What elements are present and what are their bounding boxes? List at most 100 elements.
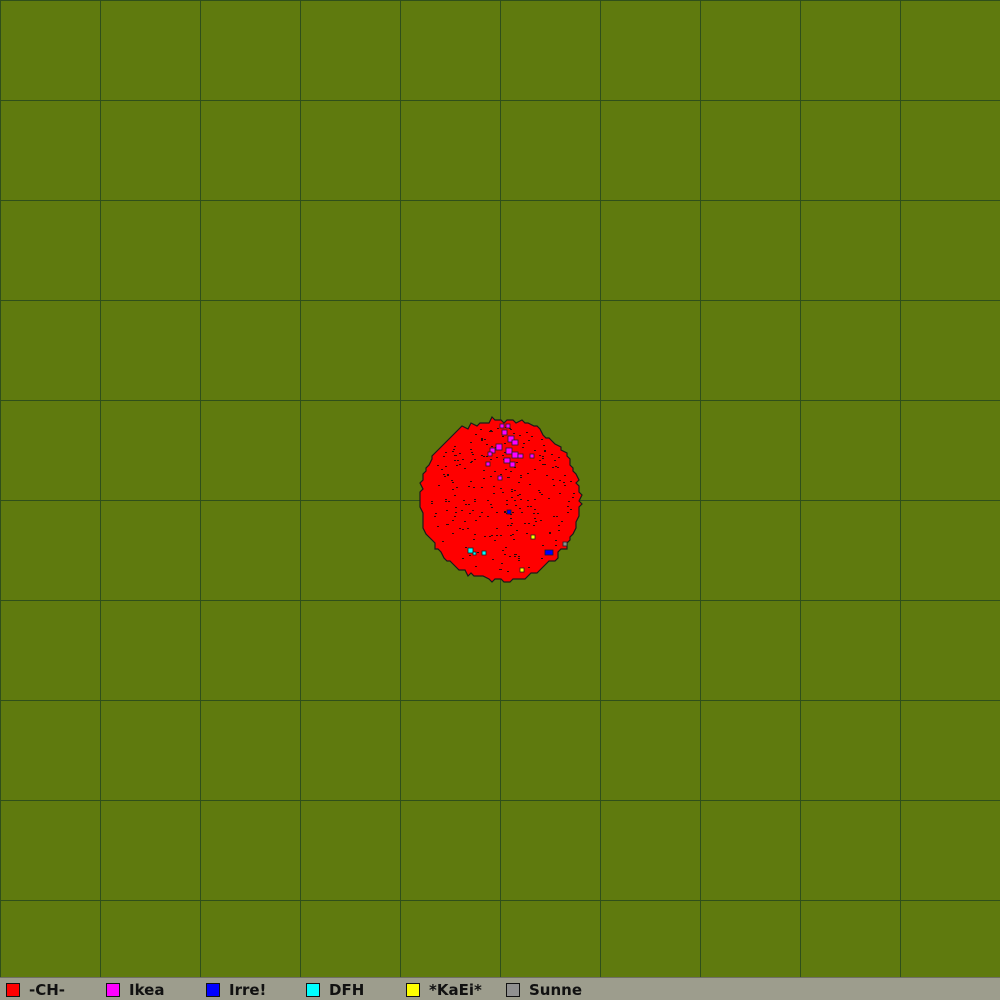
enclave-cell-dfh[interactable]	[467, 547, 474, 554]
territory-speck	[452, 520, 454, 521]
enclave-cell-ikea[interactable]	[495, 443, 503, 451]
territory-speck	[452, 482, 454, 483]
enclave-cell-ikea[interactable]	[497, 475, 503, 481]
territory-speck	[502, 436, 504, 437]
territory-speck	[570, 481, 572, 482]
territory-speck	[511, 497, 513, 498]
territory-speck	[471, 461, 473, 462]
territory-speck	[558, 530, 560, 531]
enclave-cell-ikea[interactable]	[511, 439, 519, 446]
territory-speck	[513, 539, 515, 540]
territory-speck	[519, 508, 521, 509]
territory-speck	[549, 533, 551, 534]
enclave-cell-kaei[interactable]	[530, 534, 536, 540]
territory-speck	[505, 469, 507, 470]
territory-speck	[447, 474, 449, 475]
territory-speck	[502, 492, 504, 493]
map-canvas[interactable]	[0, 0, 1000, 977]
territory-speck	[474, 534, 476, 535]
territory-speck	[484, 439, 486, 440]
enclave-cell-dfh[interactable]	[481, 550, 487, 556]
enclave-cell-ikea[interactable]	[509, 461, 516, 468]
territory-speck	[481, 440, 483, 441]
territory-speck	[469, 513, 471, 514]
enclave-cell-ikea[interactable]	[499, 423, 505, 429]
territory-speck	[558, 457, 560, 458]
territory-speck	[496, 535, 498, 536]
territory-speck	[451, 480, 453, 481]
enclave-cell-kaei[interactable]	[519, 567, 525, 573]
enclave-cell-ikea[interactable]	[511, 451, 519, 459]
territory-speck	[487, 500, 489, 501]
territory-speck	[456, 487, 458, 488]
territory-speck	[533, 525, 535, 526]
territory-speck	[564, 485, 566, 486]
world-map[interactable]	[0, 0, 1000, 977]
territory-speck	[534, 450, 536, 451]
territory-speck	[518, 560, 520, 561]
territory-speck	[511, 491, 513, 492]
enclave-cell-ikea[interactable]	[505, 423, 511, 429]
territory-speck	[441, 469, 443, 470]
territory-speck	[442, 541, 444, 542]
territory-speck	[510, 518, 512, 519]
territory-speck	[563, 482, 565, 483]
territory-speck	[484, 536, 486, 537]
territory-speck	[506, 500, 508, 501]
enclave-cell-ikea[interactable]	[487, 451, 493, 457]
territory-speck	[512, 534, 514, 535]
territory-speck	[539, 460, 541, 461]
territory-speck	[496, 512, 498, 513]
territory-speck	[483, 478, 485, 479]
territory-speck	[527, 506, 529, 507]
territory-speck	[483, 456, 485, 457]
territory-speck	[454, 460, 456, 461]
enclave-cell-ikea[interactable]	[505, 447, 513, 455]
territory-speck	[559, 493, 561, 494]
territory-speck	[445, 499, 447, 500]
territory-speck	[518, 558, 520, 559]
territory-speck	[559, 480, 561, 481]
territory-speck	[500, 488, 502, 489]
territory-speck	[540, 520, 542, 521]
territory-speck	[464, 521, 466, 522]
territory-speck	[504, 512, 506, 513]
enclave-cell-dfh[interactable]	[472, 551, 477, 556]
territory-speck	[502, 550, 504, 551]
territory-speck	[459, 528, 461, 529]
enclave-cell-ikea[interactable]	[517, 453, 524, 459]
territory-speck	[511, 523, 513, 524]
territory-speck	[553, 485, 555, 486]
enclave-cell-irre[interactable]	[506, 509, 512, 515]
territory-speck	[491, 446, 493, 447]
territory-speck	[505, 547, 507, 548]
territory-speck	[455, 512, 457, 513]
territory-speck	[493, 486, 495, 487]
territory-speck	[470, 449, 472, 450]
territory-speck	[465, 504, 467, 505]
territory-speck	[523, 443, 525, 444]
enclave-cell-ikea[interactable]	[529, 453, 535, 459]
enclave-cell-ikea[interactable]	[503, 457, 511, 464]
enclave-cell-irre[interactable]	[544, 549, 554, 556]
territory-speck	[526, 533, 528, 534]
territory-speck	[537, 513, 539, 514]
territory-speck	[481, 438, 483, 439]
territory-speck	[462, 459, 464, 460]
enclave-cell-ikea[interactable]	[485, 461, 491, 467]
territory-speck	[546, 475, 548, 476]
territory-speck	[459, 464, 461, 465]
legend-label-irre: Irre!	[229, 980, 267, 999]
enclave-cell-ikea[interactable]	[501, 429, 508, 436]
territory-speck	[520, 477, 522, 478]
territory-speck	[561, 521, 563, 522]
territory-speck	[446, 510, 448, 511]
territory-speck	[491, 431, 493, 432]
enclave-cell-sunne[interactable]	[562, 541, 568, 547]
territory-speck	[493, 493, 495, 494]
territory-speck	[518, 556, 520, 557]
territory-speck	[481, 439, 483, 440]
territory-speck	[443, 456, 445, 457]
territory-speck	[554, 460, 556, 461]
territory-speck	[447, 524, 449, 525]
